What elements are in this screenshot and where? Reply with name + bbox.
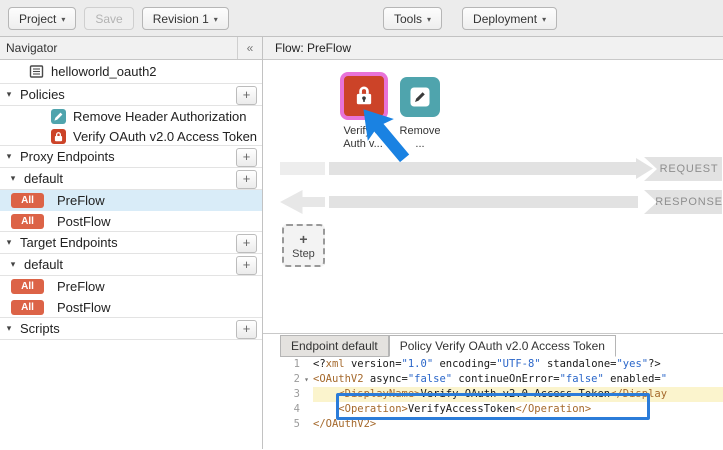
nav-policy-verify-oauth[interactable]: Verify OAuth v2.0 Access Token xyxy=(0,126,262,146)
project-button[interactable]: Project ▾ xyxy=(8,7,76,30)
policy-item-label: Remove Header Authorization xyxy=(73,109,246,124)
toolbar-right-group: Tools ▾ Deployment ▾ xyxy=(383,7,557,30)
collapse-panel-icon[interactable]: « xyxy=(237,37,262,59)
proxy-endpoints-label: Proxy Endpoints xyxy=(20,149,115,164)
flow-policy-remove-header[interactable] xyxy=(400,77,440,117)
code-lines: 1<?xml version="1.0" encoding="UTF-8" st… xyxy=(263,357,723,432)
response-label-text: RESPONSE xyxy=(655,196,723,208)
flow-name: PostFlow xyxy=(57,214,110,229)
policies-label: Policies xyxy=(20,87,65,102)
revision-button[interactable]: Revision 1 ▾ xyxy=(142,7,229,30)
all-badge: All xyxy=(11,214,44,229)
expand-triangle-icon[interactable]: ▾ xyxy=(4,323,14,334)
flow-name: PreFlow xyxy=(57,193,105,208)
expand-triangle-icon[interactable]: ▾ xyxy=(4,237,14,248)
target-endpoints-label: Target Endpoints xyxy=(20,235,118,250)
expand-triangle-icon[interactable]: ▾ xyxy=(8,173,18,184)
save-button[interactable]: Save xyxy=(84,7,133,30)
tab-endpoint-default[interactable]: Endpoint default xyxy=(280,335,389,357)
tab-label: Endpoint default xyxy=(291,339,378,353)
code-panel: Endpoint default Policy Verify OAuth v2.… xyxy=(263,333,723,449)
all-badge: All xyxy=(11,279,44,294)
chevron-down-icon: ▾ xyxy=(542,14,546,24)
plus-icon: + xyxy=(299,232,307,246)
all-badge: All xyxy=(11,300,44,315)
pencil-policy-icon xyxy=(51,109,66,124)
nav-proxy-preflow[interactable]: All PreFlow xyxy=(0,190,262,211)
scripts-label: Scripts xyxy=(20,321,60,336)
add-proxy-endpoint-button[interactable]: + xyxy=(236,148,257,167)
request-label-text: REQUEST xyxy=(660,163,719,175)
project-button-label: Project xyxy=(19,12,56,26)
nav-section-target-endpoints[interactable]: ▾ Target Endpoints + xyxy=(0,231,262,254)
add-target-endpoint-button[interactable]: + xyxy=(236,234,257,253)
flow-canvas: Verify O Auth v... Remove ... REQUEST xyxy=(263,60,723,333)
add-script-button[interactable]: + xyxy=(236,320,257,339)
tab-label: Policy Verify OAuth v2.0 Access Token xyxy=(400,339,605,353)
main-area: Navigator « helloworld_oauth2 ▾ Policies… xyxy=(0,37,723,449)
pencil-icon xyxy=(408,85,432,109)
expand-triangle-icon[interactable]: ▾ xyxy=(8,259,18,270)
nav-proxy-default-group[interactable]: ▾ default + xyxy=(0,167,262,190)
response-arrowhead-icon xyxy=(280,190,325,214)
policy-item-label: Verify OAuth v2.0 Access Token xyxy=(73,129,257,144)
request-lane-stub xyxy=(280,162,325,175)
code-line-1[interactable]: 1<?xml version="1.0" encoding="UTF-8" st… xyxy=(263,357,723,372)
deployment-button[interactable]: Deployment ▾ xyxy=(462,7,557,30)
request-label: REQUEST xyxy=(644,157,722,181)
expand-triangle-icon[interactable]: ▾ xyxy=(4,151,14,162)
nav-target-preflow[interactable]: All PreFlow xyxy=(0,276,262,297)
tools-button-label: Tools xyxy=(394,12,422,26)
nav-section-policies[interactable]: ▾ Policies + xyxy=(0,83,262,106)
code-line-2[interactable]: 2▾<OAuthV2 async="false" continueOnError… xyxy=(263,372,723,387)
add-flow-button[interactable]: + xyxy=(236,256,257,275)
toolbar: Project ▾ Save Revision 1 ▾ Tools ▾ Depl… xyxy=(0,0,723,37)
navigator-panel: Navigator « helloworld_oauth2 ▾ Policies… xyxy=(0,37,263,449)
code-line-5[interactable]: 5</OAuthV2> xyxy=(263,417,723,432)
add-flow-button[interactable]: + xyxy=(236,170,257,189)
expand-triangle-icon[interactable]: ▾ xyxy=(4,89,14,100)
chevron-down-icon: ▾ xyxy=(61,14,65,24)
chevron-down-icon: ▾ xyxy=(214,14,218,24)
add-step-button[interactable]: + Step xyxy=(282,224,325,267)
flow-name: PreFlow xyxy=(57,279,105,294)
code-line-4[interactable]: 4 <Operation>VerifyAccessToken</Operatio… xyxy=(263,402,723,417)
lock-policy-icon xyxy=(51,129,66,144)
request-lane xyxy=(329,162,638,175)
save-button-label: Save xyxy=(95,12,122,26)
nav-target-postflow[interactable]: All PostFlow xyxy=(0,297,262,318)
tools-button[interactable]: Tools ▾ xyxy=(383,7,442,30)
flow-name: PostFlow xyxy=(57,300,110,315)
toolbar-left-group: Project ▾ Save Revision 1 ▾ xyxy=(8,7,229,30)
nav-section-scripts[interactable]: ▾ Scripts + xyxy=(0,317,262,340)
proxy-name: helloworld_oauth2 xyxy=(51,64,157,79)
nav-section-proxy-endpoints[interactable]: ▾ Proxy Endpoints + xyxy=(0,145,262,168)
chevron-down-icon: ▾ xyxy=(427,14,431,24)
nav-policy-remove-header[interactable]: Remove Header Authorization xyxy=(0,106,262,126)
all-badge: All xyxy=(11,193,44,208)
code-tab-row: Endpoint default Policy Verify OAuth v2.… xyxy=(263,334,723,357)
code-line-3[interactable]: 3 <DisplayName>Verify OAuth v2.0 Access … xyxy=(263,387,723,402)
target-default-label: default xyxy=(24,257,63,272)
code-editor[interactable]: 1<?xml version="1.0" encoding="UTF-8" st… xyxy=(263,357,723,449)
nav-proxy-postflow[interactable]: All PostFlow xyxy=(0,211,262,232)
tab-policy-verify-oauth[interactable]: Policy Verify OAuth v2.0 Access Token xyxy=(389,335,616,357)
flow-header: Flow: PreFlow xyxy=(263,37,723,60)
add-policy-button[interactable]: + xyxy=(236,86,257,105)
proxy-default-label: default xyxy=(24,171,63,186)
response-label: RESPONSE xyxy=(644,190,722,214)
navigator-title: Navigator xyxy=(6,41,57,55)
flow-header-title: Flow: PreFlow xyxy=(275,41,351,55)
revision-button-label: Revision 1 xyxy=(153,12,209,26)
step-label: Step xyxy=(292,248,315,260)
navigator-header: Navigator « xyxy=(0,37,262,60)
nav-target-default-group[interactable]: ▾ default + xyxy=(0,253,262,276)
deployment-button-label: Deployment xyxy=(473,12,537,26)
nav-proxy-bundle[interactable]: helloworld_oauth2 xyxy=(0,60,262,84)
spec-list-icon xyxy=(29,64,44,79)
flow-pane: Flow: PreFlow Verify O xyxy=(263,37,723,449)
response-lane xyxy=(329,196,638,208)
